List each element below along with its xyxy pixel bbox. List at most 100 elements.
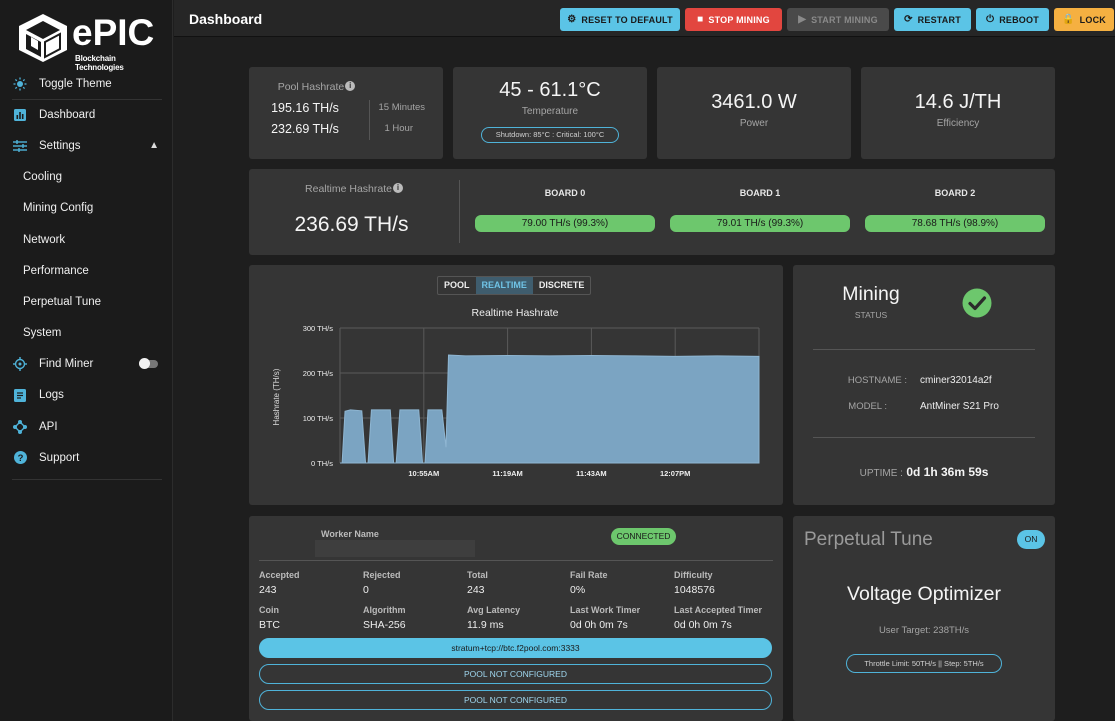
epic-logo[interactable]: ePIC Blockchain Technologies (14, 10, 164, 72)
coin-label: Coin (259, 605, 279, 615)
pool-not-configured-button[interactable]: POOL NOT CONFIGURED (259, 664, 772, 684)
last-accepted-timer-label: Last Accepted Timer (674, 605, 763, 615)
throttle-limit-badge: Throttle Limit: 50TH/s || Step: 5TH/s (846, 654, 1002, 673)
last-work-timer-value: 0d 0h 0m 7s (570, 619, 628, 631)
info-icon[interactable]: i (345, 81, 356, 91)
button-label: REBOOT (999, 14, 1039, 25)
play-icon: ▶ (798, 14, 807, 25)
mining-state-label: STATUS (854, 310, 888, 320)
realtime-hashrate-card: Realtime Hashrate i 236.69 TH/s BOARD 0 7… (249, 169, 1055, 255)
pool-15m-label: 15 Minutes (378, 102, 425, 113)
tune-user-target: User Target: 238TH/s (878, 625, 970, 636)
divider (813, 437, 1035, 438)
logo-cube-icon (19, 14, 67, 62)
svg-text:?: ? (17, 453, 23, 464)
stop-mining-button[interactable]: ■ STOP MINING (685, 8, 782, 31)
sidebar-item-network[interactable]: Network (0, 224, 173, 255)
avg-latency-value: 11.9 ms (467, 619, 504, 631)
accepted-value: 243 (259, 584, 277, 596)
sidebar-item-label: API (39, 420, 58, 433)
board-2-hashrate-bar: 78.68 TH/s (98.9%) (865, 215, 1045, 232)
reboot-button[interactable]: ⏻ REBOOT (976, 8, 1049, 31)
sidebar-item-toggle-theme[interactable]: Toggle Theme (0, 68, 173, 99)
top-bar: Dashboard ⚙ RESET TO DEFAULT ■ STOP MINI… (174, 0, 1115, 37)
hashrate-chart-card: POOL REALTIME DISCRETE Realtime Hashrate… (249, 265, 783, 505)
temperature-card: 45 - 61.1°C Temperature Shutdown: 85°C :… (453, 67, 647, 159)
api-icon (13, 419, 27, 434)
sidebar-item-label: Find Miner (39, 358, 94, 371)
x-tick-label: 11:43AM (576, 469, 606, 478)
sidebar-item-find-miner[interactable]: Find Miner (0, 349, 173, 380)
model-value: AntMiner S21 Pro (920, 401, 999, 412)
chevron-up-icon[interactable]: ▲ (149, 140, 159, 151)
perpetual-tune-toggle[interactable]: ON (1017, 530, 1045, 549)
pool-hashrate-1h: 232.69 TH/s (271, 122, 339, 136)
fail-rate-label: Fail Rate (570, 570, 608, 580)
restart-icon: ⟳ (904, 14, 913, 25)
sidebar-item-logs[interactable]: Logs (0, 380, 173, 411)
power-label: Power (739, 118, 769, 129)
check-circle-icon (962, 288, 992, 318)
brand-name: ePIC (72, 12, 155, 53)
y-tick-label: 0 TH/s (311, 459, 333, 468)
sidebar-item-settings[interactable]: Settings ▲ (0, 130, 173, 161)
board-1-hashrate-bar: 79.01 TH/s (99.3%) (670, 215, 850, 232)
sidebar-item-mining-config[interactable]: Mining Config (0, 193, 173, 224)
power-card: 3461.0 W Power (657, 67, 851, 159)
find-miner-toggle[interactable] (139, 358, 158, 370)
sidebar-item-system[interactable]: System (0, 318, 173, 349)
board-0-hashrate-bar: 79.00 TH/s (99.3%) (475, 215, 655, 232)
board-2-label: BOARD 2 (934, 188, 976, 198)
chart-bar-icon (13, 108, 27, 122)
start-mining-button[interactable]: ▶ START MINING (787, 8, 889, 31)
sidebar-item-label: Performance (23, 264, 89, 277)
y-axis-label: Hashrate (TH/s) (272, 368, 281, 425)
info-icon[interactable]: i (392, 183, 403, 193)
pool-not-configured-button[interactable]: POOL NOT CONFIGURED (259, 690, 772, 710)
lock-button[interactable]: 🔒 LOCK (1054, 8, 1114, 31)
efficiency-card: 14.6 J/TH Efficiency (861, 67, 1055, 159)
y-tick-label: 200 TH/s (303, 369, 334, 378)
sidebar-item-support[interactable]: ? Support (0, 442, 173, 473)
pool-hashrate-15m: 195.16 TH/s (271, 101, 339, 115)
pool-hashrate-card: Pool Hashrate i 195.16 TH/s 232.69 TH/s 1… (249, 67, 443, 159)
pool-url-button[interactable]: stratum+tcp://btc.f2pool.com:3333 (259, 638, 772, 658)
divider (259, 560, 773, 561)
hostname-value: cminer32014a2f (920, 375, 992, 386)
sidebar-item-perpetual-tune[interactable]: Perpetual Tune (0, 286, 173, 317)
sidebar-item-label: Cooling (23, 171, 62, 184)
sidebar-item-performance[interactable]: Performance (0, 255, 173, 286)
sidebar-item-label: Toggle Theme (39, 77, 112, 90)
power-value: 3461.0 W (711, 91, 797, 113)
divider (459, 180, 460, 243)
sidebar-item-dashboard[interactable]: Dashboard (0, 99, 173, 130)
button-label: RESET TO DEFAULT (581, 14, 673, 25)
efficiency-label: Efficiency (936, 118, 980, 129)
y-tick-label: 100 TH/s (303, 414, 334, 423)
perpetual-tune-card: Perpetual Tune ON Voltage Optimizer User… (793, 516, 1055, 721)
restart-button[interactable]: ⟳ RESTART (894, 8, 971, 31)
sidebar-item-cooling[interactable]: Cooling (0, 162, 173, 193)
reset-icon: ⚙ (567, 14, 577, 25)
board-1-label: BOARD 1 (739, 188, 781, 198)
avg-latency-label: Avg Latency (467, 605, 521, 615)
difficulty-value: 1048576 (674, 584, 715, 596)
worker-name-input[interactable] (315, 540, 475, 557)
button-label: RESTART (917, 14, 961, 25)
tune-mode: Voltage Optimizer (847, 583, 1001, 605)
hashrate-chart: Realtime Hashrate Hashrate (TH/s) 300 TH… (272, 307, 760, 478)
uptime: UPTIME : 0d 1h 36m 59s (859, 465, 989, 479)
button-label: START MINING (811, 14, 878, 25)
perpetual-tune-title: Perpetual Tune (804, 529, 933, 550)
x-tick-label: 10:55AM (408, 469, 439, 478)
difficulty-label: Difficulty (674, 570, 713, 580)
rejected-label: Rejected (363, 570, 401, 580)
y-tick-label: 300 TH/s (303, 324, 334, 333)
page-title: Dashboard (189, 11, 263, 27)
sidebar-item-label: Support (39, 451, 80, 464)
reset-to-default-button[interactable]: ⚙ RESET TO DEFAULT (560, 8, 680, 31)
worker-name-label: Worker Name (321, 529, 379, 539)
total-value: 243 (467, 584, 485, 596)
hashrate-area-series (340, 354, 760, 464)
sidebar-item-api[interactable]: API (0, 411, 173, 442)
